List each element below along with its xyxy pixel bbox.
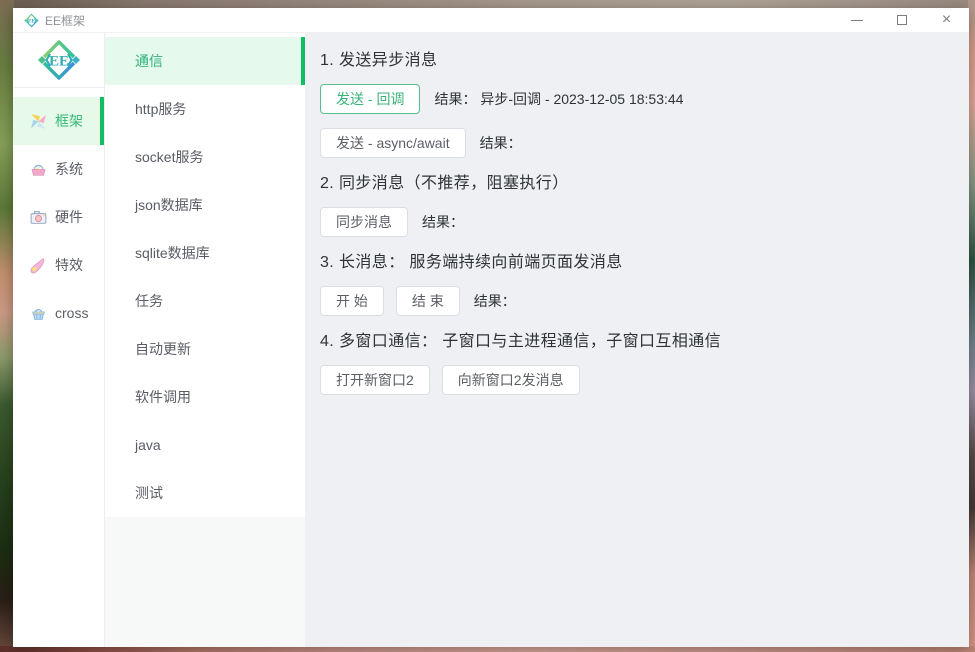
button-row: 同步消息 结果： — [320, 207, 951, 237]
start-button[interactable]: 开 始 — [320, 286, 384, 316]
menu-item-socket[interactable]: socket服务 — [105, 133, 305, 181]
menu-item-label: 测试 — [135, 485, 163, 501]
menu-item-jsondb[interactable]: json数据库 — [105, 181, 305, 229]
pinwheel-icon — [31, 113, 46, 129]
sidebar-item-label: cross — [55, 305, 89, 321]
menu-list: 通信 http服务 socket服务 json数据库 sqlite数据库 任务 … — [105, 33, 305, 517]
section-heading: 4. 多窗口通信： 子窗口与主进程通信，子窗口互相通信 — [320, 333, 722, 350]
camera-icon — [30, 210, 47, 224]
menu-item-label: 软件调用 — [135, 389, 191, 405]
result-label: 结果： — [434, 91, 477, 107]
app-logo-icon — [24, 13, 39, 27]
menu-item-jobs[interactable]: 任务 — [105, 277, 305, 325]
result-text: 结果： 异步-回调 - 2023-12-05 18:53:44 — [434, 89, 683, 109]
menu-item-software[interactable]: 软件调用 — [105, 373, 305, 421]
sidebar-item-hardware[interactable]: 硬件 — [13, 193, 104, 241]
result-label: 结果： — [479, 135, 522, 151]
menu-item-sqlitedb[interactable]: sqlite数据库 — [105, 229, 305, 277]
button-row: 打开新窗口2 向新窗口2发消息 — [320, 365, 951, 395]
menu-item-communication[interactable]: 通信 — [105, 37, 305, 85]
section-long-message: 3. 长消息： 服务端持续向前端页面发消息 开 始 结 束 结果： — [320, 252, 951, 316]
window-controls: × — [834, 8, 969, 32]
button-row: 发送 - async/await 结果： — [320, 128, 951, 158]
menu-item-http[interactable]: http服务 — [105, 85, 305, 133]
menu-item-java[interactable]: java — [105, 421, 305, 469]
menu-item-test[interactable]: 测试 — [105, 469, 305, 517]
primary-nav: 框架 系统 硬件 特效 cross — [13, 88, 104, 337]
menu-item-label: 通信 — [135, 53, 163, 69]
menu-item-label: json数据库 — [135, 197, 203, 213]
section-heading: 1. 发送异步消息 — [320, 52, 438, 69]
result-text: 结果： — [474, 291, 520, 311]
close-icon: × — [941, 11, 952, 28]
sidebar-item-system[interactable]: 系统 — [13, 145, 104, 193]
open-window2-button[interactable]: 打开新窗口2 — [320, 365, 430, 395]
sync-message-button[interactable]: 同步消息 — [320, 207, 408, 237]
send-async-await-button[interactable]: 发送 - async/await — [320, 128, 466, 158]
ee-logo-icon — [36, 40, 81, 80]
maximize-icon — [896, 15, 907, 25]
sidebar-item-effects[interactable]: 特效 — [13, 241, 104, 289]
sidebar-item-cross[interactable]: cross — [13, 289, 104, 337]
section-heading: 3. 长消息： 服务端持续向前端页面发消息 — [320, 254, 623, 271]
comet-icon — [30, 257, 45, 273]
app-window: EE框架 × 框架 系统 硬件 特效 cross 通信 http服务 socke… — [13, 8, 969, 647]
main-content: 1. 发送异步消息 发送 - 回调 结果： 异步-回调 - 2023-12-05… — [305, 33, 969, 647]
active-indicator — [100, 97, 104, 145]
sidebar-item-label: 特效 — [55, 257, 83, 273]
menu-item-label: java — [135, 437, 161, 453]
desktop-wallpaper: EE框架 × 框架 系统 硬件 特效 cross 通信 http服务 socke… — [0, 0, 975, 652]
egg-basket-icon — [31, 164, 46, 176]
close-button[interactable]: × — [924, 8, 969, 32]
result-text: 结果： — [422, 212, 468, 232]
send-callback-button[interactable]: 发送 - 回调 — [320, 84, 421, 114]
section-async-message: 1. 发送异步消息 发送 - 回调 结果： 异步-回调 - 2023-12-05… — [320, 50, 951, 158]
button-row: 开 始 结 束 结果： — [320, 286, 951, 316]
active-indicator — [301, 37, 305, 85]
menu-item-autoupdate[interactable]: 自动更新 — [105, 325, 305, 373]
section-multi-window: 4. 多窗口通信： 子窗口与主进程通信，子窗口互相通信 打开新窗口2 向新窗口2… — [320, 331, 951, 395]
basket-icon — [32, 308, 45, 320]
result-label: 结果： — [473, 293, 516, 309]
sidebar-item-framework[interactable]: 框架 — [13, 97, 104, 145]
send-to-window2-button[interactable]: 向新窗口2发消息 — [441, 365, 580, 395]
logo-cell[interactable] — [13, 33, 104, 88]
menu-item-label: http服务 — [135, 101, 187, 117]
sidebar-item-label: 系统 — [55, 161, 83, 177]
section-sync-message: 2. 同步消息（不推荐，阻塞执行） 同步消息 结果： — [320, 173, 951, 237]
result-label: 结果： — [422, 214, 464, 230]
window-title: EE框架 — [45, 13, 86, 28]
menu-item-label: 任务 — [135, 293, 163, 309]
result-text: 结果： — [480, 133, 526, 153]
sidebar-item-label: 框架 — [55, 113, 83, 129]
menu-item-label: socket服务 — [135, 149, 204, 165]
titlebar[interactable]: EE框架 × — [13, 8, 969, 33]
wallpaper-strip-right — [968, 0, 975, 652]
minimize-icon — [850, 19, 863, 21]
section-heading: 2. 同步消息（不推荐，阻塞执行） — [320, 175, 569, 192]
menu-item-label: sqlite数据库 — [135, 245, 210, 261]
minimize-button[interactable] — [834, 8, 879, 32]
sidebar-item-label: 硬件 — [55, 209, 83, 225]
menu-item-label: 自动更新 — [135, 341, 191, 357]
stop-button[interactable]: 结 束 — [395, 286, 460, 316]
secondary-sidebar: 通信 http服务 socket服务 json数据库 sqlite数据库 任务 … — [105, 33, 305, 647]
maximize-button[interactable] — [879, 8, 924, 32]
primary-sidebar: 框架 系统 硬件 特效 cross — [13, 33, 105, 647]
wallpaper-strip-left — [0, 0, 14, 652]
result-value: 异步-回调 - 2023-12-05 18:53:44 — [480, 91, 684, 107]
button-row: 发送 - 回调 结果： 异步-回调 - 2023-12-05 18:53:44 — [320, 84, 951, 114]
